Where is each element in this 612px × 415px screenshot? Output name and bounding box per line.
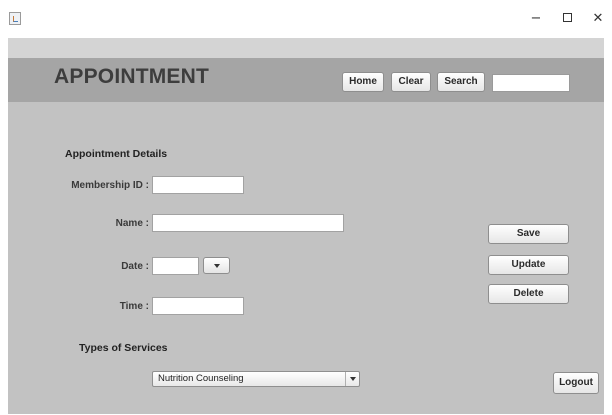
- logout-button[interactable]: Logout: [553, 372, 599, 394]
- save-button[interactable]: Save: [488, 224, 569, 244]
- chevron-down-icon: [214, 264, 220, 268]
- clear-button[interactable]: Clear: [391, 72, 431, 92]
- service-type-select[interactable]: Nutrition Counseling: [152, 371, 360, 387]
- maximize-icon[interactable]: [552, 8, 582, 30]
- page-title: APPOINTMENT: [54, 65, 210, 88]
- minimize-icon[interactable]: −: [521, 8, 551, 30]
- delete-button[interactable]: Delete: [488, 284, 569, 304]
- date-picker-button[interactable]: [203, 257, 230, 274]
- update-button[interactable]: Update: [488, 255, 569, 275]
- header-bar: APPOINTMENT Home Clear Search: [8, 58, 604, 102]
- time-field[interactable]: [152, 297, 244, 315]
- app-frame: APPOINTMENT Home Clear Search Appointmen…: [8, 38, 604, 414]
- membership-id-field[interactable]: [152, 176, 244, 194]
- chevron-down-icon: [350, 377, 356, 381]
- close-icon[interactable]: ✕: [583, 8, 612, 30]
- main-panel: Appointment Details Membership ID : Name…: [8, 102, 604, 414]
- section-types-of-services: Types of Services: [79, 342, 168, 354]
- name-label: Name :: [115, 218, 149, 229]
- search-input[interactable]: [492, 74, 570, 92]
- date-field[interactable]: [152, 257, 199, 275]
- window-titlebar: − ✕: [0, 0, 612, 38]
- date-label: Date :: [121, 261, 149, 272]
- home-button[interactable]: Home: [342, 72, 384, 92]
- top-strip: [8, 38, 604, 58]
- section-appointment-details: Appointment Details: [65, 148, 168, 160]
- combo-arrow: [345, 372, 359, 386]
- service-type-value: Nutrition Counseling: [158, 373, 244, 384]
- membership-id-label: Membership ID :: [71, 180, 149, 191]
- name-field[interactable]: [152, 214, 344, 232]
- search-button[interactable]: Search: [437, 72, 485, 92]
- app-icon: [9, 12, 21, 25]
- time-label: Time :: [119, 301, 149, 312]
